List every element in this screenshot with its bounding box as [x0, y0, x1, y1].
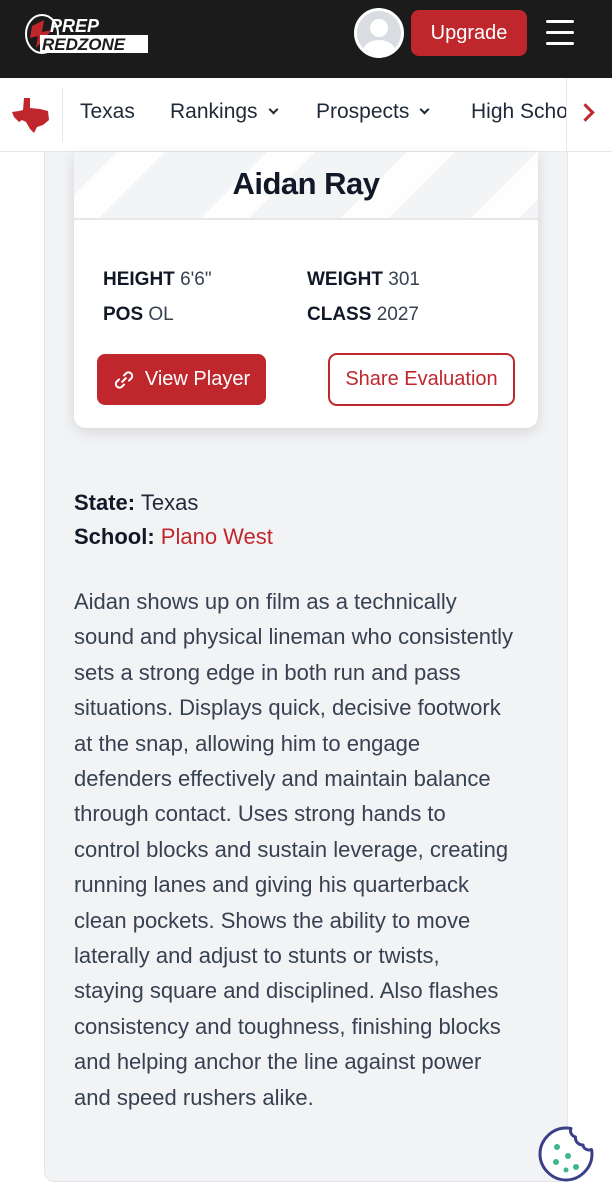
prep-redzone-logo[interactable]: PREP REDZONE [22, 12, 150, 56]
school-label: School: [74, 524, 155, 549]
evaluation-line: running lanes and giving his quarterback [74, 872, 470, 898]
evaluation-line: situations. Displays quick, decisive foo… [74, 695, 501, 721]
texas-state-icon[interactable] [10, 96, 52, 134]
stat-value: OL [148, 304, 174, 325]
nav-item-texas[interactable]: Texas [80, 100, 135, 124]
user-icon [363, 19, 395, 55]
chevron-down-icon [419, 104, 430, 114]
link-icon [114, 370, 133, 389]
nav-item-label: Texas [80, 100, 135, 123]
logo-line1: PREP [50, 16, 100, 36]
hamburger-icon[interactable] [546, 20, 574, 46]
nav-divider [62, 88, 63, 142]
nav-item-label: High Scho [471, 100, 568, 123]
evaluation-line: control blocks and sustain leverage, cre… [74, 836, 509, 862]
evaluation-line: clean pockets. Shows the ability to move [74, 907, 471, 933]
stat-height: HEIGHT 6'6" [103, 269, 212, 291]
stat-position: POS OL [103, 304, 174, 326]
nav-item-prospects[interactable]: Prospects [316, 100, 430, 124]
view-player-button[interactable]: View Player [97, 354, 266, 405]
main-content: Aidan Ray HEIGHT 6'6" WEIGHT 301 POS OL … [0, 152, 612, 1200]
state-line: State: Texas [74, 490, 198, 516]
evaluation-line: consistency and toughness, finishing blo… [74, 1013, 501, 1039]
chevron-down-icon [268, 104, 279, 114]
stat-value: 6'6" [180, 269, 212, 290]
state-value: Texas [140, 490, 199, 515]
school-link[interactable]: Plano West [161, 524, 273, 549]
stat-value: 2027 [376, 304, 419, 325]
sub-nav: Texas Rankings Prospects High Scho [0, 78, 612, 152]
chevron-right-icon [576, 103, 595, 122]
evaluation-line: laterally and adjust to stunts or twists… [74, 943, 440, 969]
state-label: State: [74, 490, 136, 515]
stat-class: CLASS 2027 [307, 304, 419, 326]
top-bar: PREP REDZONE Upgrade [0, 0, 612, 78]
evaluation-line: at the snap, allowing him to engage [74, 730, 421, 756]
stat-weight: WEIGHT 301 [307, 269, 420, 291]
player-card-header: Aidan Ray [74, 152, 538, 220]
view-player-label: View Player [144, 368, 251, 390]
school-line: School: Plano West [74, 524, 273, 550]
evaluation-line: Aidan shows up on film as a technically [74, 589, 457, 614]
evaluation-line: through contact. Uses strong hands to [74, 801, 446, 827]
player-card: Aidan Ray HEIGHT 6'6" WEIGHT 301 POS OL … [74, 152, 538, 428]
logo-line2: REDZONE [42, 35, 126, 54]
share-evaluation-button[interactable]: Share Evaluation [328, 353, 515, 406]
nav-scroll-right-button[interactable] [566, 78, 612, 151]
nav-item-label: Prospects [316, 100, 410, 123]
player-name: Aidan Ray [232, 166, 380, 201]
evaluation-line: staying square and disciplined. Also fla… [74, 978, 499, 1004]
upgrade-button[interactable]: Upgrade [411, 10, 527, 56]
stat-label: POS [103, 304, 144, 325]
evaluation-line: sound and physical lineman who consisten… [74, 624, 514, 650]
stat-label: WEIGHT [307, 269, 383, 290]
evaluation-line: and helping anchor the line against powe… [74, 1049, 482, 1075]
evaluation-line: defenders effectively and maintain balan… [74, 766, 491, 792]
evaluation-text: Aidan shows up on film as a technically … [74, 584, 546, 1115]
stat-label: CLASS [307, 304, 372, 325]
nav-item-rankings[interactable]: Rankings [170, 100, 279, 124]
evaluation-line: and speed rushers alike. [74, 1084, 314, 1110]
stat-label: HEIGHT [103, 269, 175, 290]
stat-value: 301 [388, 269, 420, 290]
avatar[interactable] [354, 8, 404, 58]
cookie-icon[interactable] [537, 1125, 595, 1183]
evaluation-line: sets a strong edge in both run and pass [74, 659, 461, 685]
nav-item-label: Rankings [170, 100, 258, 123]
nav-item-high-schools[interactable]: High Scho [471, 100, 568, 124]
